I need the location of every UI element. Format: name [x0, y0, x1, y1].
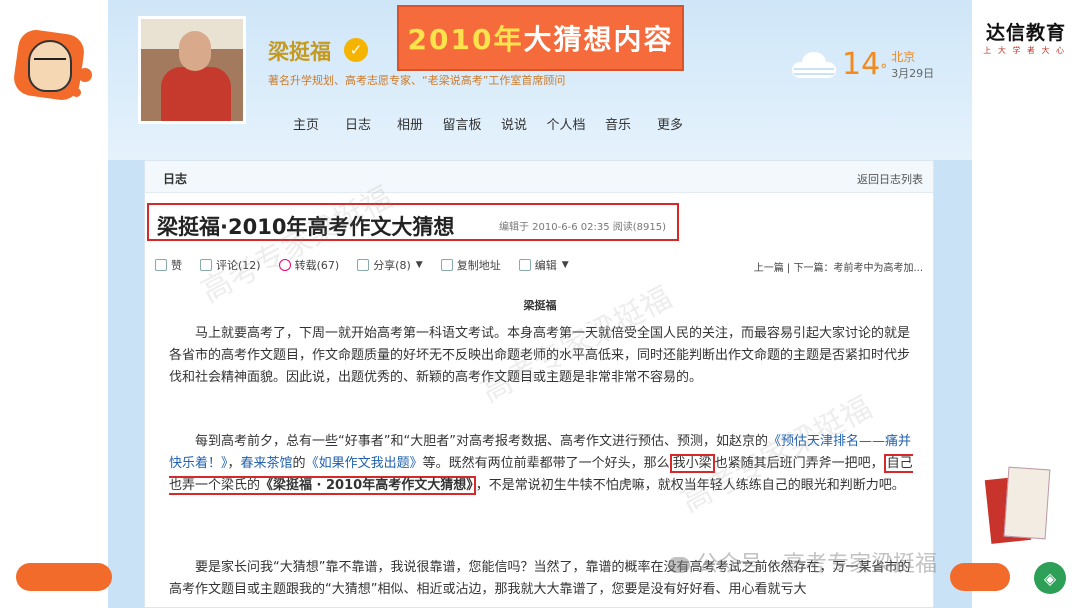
- blog-nav: 主页 日志 相册 留言板 说说 个人档 音乐 更多: [280, 114, 696, 133]
- comment-button[interactable]: 评论(12): [200, 257, 261, 273]
- nav-item-shuoshuo[interactable]: 说说: [488, 114, 540, 133]
- like-button[interactable]: 赞: [155, 257, 182, 273]
- wechat-icon: [668, 557, 690, 573]
- blog-owner-name[interactable]: 梁挺福: [268, 36, 331, 66]
- edit-icon: [518, 259, 531, 271]
- back-to-list-link[interactable]: 返回日志列表: [857, 171, 923, 187]
- repost-icon: [278, 259, 291, 271]
- nav-item-guestbook[interactable]: 留言板: [436, 114, 488, 133]
- brand-name: 达信教育: [985, 22, 1066, 44]
- paragraph-1: 马上就要高考了，下周一就开始高考第一科语文考试。本身高考第一天就倍受全国人民的关…: [169, 326, 911, 385]
- weather-date: 3月29日: [891, 67, 935, 80]
- comment-icon: [200, 259, 212, 271]
- copy-address-button[interactable]: 复制地址: [440, 257, 501, 273]
- weather-temperature: 14°: [842, 47, 888, 82]
- decor-pill: [16, 563, 112, 591]
- book-covers-image: [984, 466, 1051, 546]
- post-title: 梁挺福·2010年高考作文大猜想: [157, 215, 455, 239]
- thumb-icon: [155, 259, 167, 271]
- cloud-icon: [792, 52, 836, 80]
- nav-item-journal[interactable]: 日志: [332, 114, 384, 133]
- blog-screenshot: 梁挺福 ✓ 著名升学规划、高考志愿专家、“老梁说高考”工作室首席顾问 主页 日志…: [108, 0, 972, 608]
- weather-city: 北京: [891, 50, 916, 64]
- nav-item-more[interactable]: 更多: [644, 114, 696, 133]
- highlight-xiaoliang: 我小梁: [669, 454, 715, 473]
- repost-button[interactable]: 转载(67): [278, 257, 339, 273]
- brand-tagline: 上 大 学 者 大 心: [983, 46, 1066, 55]
- brand-mark-icon: ◈: [1034, 562, 1066, 594]
- journal-card: 日志 返回日志列表 梁挺福·2010年高考作文大猜想 编辑于 2010-6-6 …: [144, 160, 934, 608]
- copy-icon: [440, 259, 453, 271]
- card-label: 日志: [163, 172, 188, 186]
- profile-photo[interactable]: [138, 16, 246, 124]
- post-actions: 赞 评论(12) 转载(67) 分享(8) ▼ 复制地址 编辑 ▼: [155, 257, 587, 273]
- post-title-highlight: 梁挺福·2010年高考作文大猜想 编辑于 2010-6-6 02:35 阅读(8…: [147, 203, 679, 241]
- share-button[interactable]: 分享(8) ▼: [357, 257, 423, 273]
- prev-next-links[interactable]: 上一篇 | 下一篇：考前考中为高考加...: [754, 259, 923, 274]
- presenter-avatar: [11, 27, 92, 104]
- edit-button[interactable]: 编辑 ▼: [518, 257, 569, 273]
- nav-item-profile[interactable]: 个人档: [540, 114, 592, 133]
- share-icon: [357, 259, 370, 271]
- link-chunlai-teahouse[interactable]: 春来茶馆: [241, 456, 293, 471]
- wechat-footer-watermark: 公众号 · 高考专家梁挺福: [668, 546, 937, 578]
- link-if-i-set-essay[interactable]: 《如果作文我出题》: [306, 456, 423, 471]
- brand-logo: 达信教育 上 大 学 者 大 心: [983, 18, 1066, 56]
- post-author: 梁挺福: [523, 299, 557, 312]
- post-meta: 编辑于 2010-6-6 02:35 阅读(8915): [499, 222, 666, 233]
- slide-title-year: 2010年: [407, 23, 524, 56]
- slide-title: 2010年 大猜想内容: [397, 5, 684, 71]
- blog-owner-subtitle: 著名升学规划、高考志愿专家、“老梁说高考”工作室首席顾问: [268, 74, 566, 87]
- weather-widget: 14° 北京 3月29日: [792, 48, 934, 87]
- chevron-down-icon: ▼: [415, 260, 423, 270]
- chevron-down-icon: ▼: [561, 260, 569, 270]
- verified-icon: ✓: [344, 38, 368, 62]
- nav-item-album[interactable]: 相册: [384, 114, 436, 133]
- slide-title-rest: 大猜想内容: [523, 23, 674, 56]
- card-header: 日志 返回日志列表: [145, 161, 933, 193]
- nav-item-music[interactable]: 音乐: [592, 114, 644, 133]
- decor-pill: [950, 563, 1010, 591]
- paragraph-2: 每到高考前夕，总有一些“好事者”和“大胆者”对高考报考数据、高考作文进行预估、预…: [169, 434, 913, 495]
- nav-item-home[interactable]: 主页: [280, 114, 332, 133]
